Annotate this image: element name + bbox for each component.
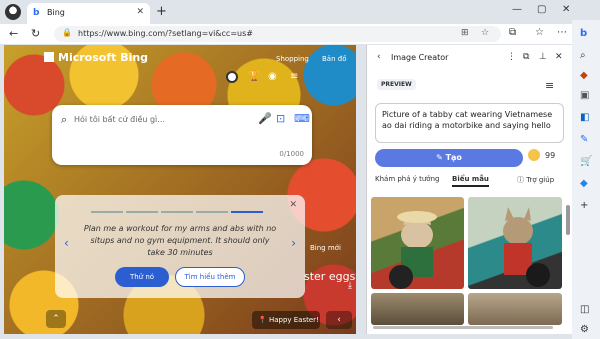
more-options-icon[interactable]: ⋮ — [507, 52, 516, 62]
image-nav-button[interactable]: ‹ — [326, 311, 352, 329]
horizontal-scrollbar[interactable] — [373, 326, 553, 329]
tracking-icon[interactable]: ⊞ — [461, 28, 469, 38]
search-icon: ⌕ — [61, 113, 68, 126]
search-box[interactable]: ⌕ Hỏi tôi bất cứ điều gì... 🎤 ⊡ ⌨ 0/1000 — [52, 105, 312, 165]
open-new-icon[interactable]: ⧉ — [523, 52, 529, 62]
download-icon[interactable]: ⤓ — [348, 281, 352, 291]
rewards-icon[interactable]: 🏆 — [248, 71, 260, 82]
bing-logo[interactable]: Microsoft Bing — [44, 51, 148, 64]
bing-favicon-icon: b — [33, 8, 40, 18]
close-tab-icon[interactable]: ✕ — [136, 7, 144, 17]
gallery-image-cat-4[interactable] — [468, 293, 562, 325]
mobile-icon[interactable]: ◉ — [268, 71, 277, 82]
shopping-icon[interactable]: 🛒 — [580, 156, 592, 167]
navigation-bar: ← ↻ 🔒 https://www.bing.com/?setlang=vi&c… — [0, 24, 572, 44]
profile-avatar[interactable] — [5, 4, 21, 20]
menu-icon[interactable]: ≡ — [290, 71, 298, 82]
carousel-dot[interactable] — [161, 211, 193, 213]
pane-title: Image Creator — [391, 53, 449, 62]
visual-search-icon[interactable]: ⊡ — [276, 112, 285, 125]
refresh-icon[interactable]: ↻ — [31, 27, 40, 40]
more-icon[interactable]: ⋯ — [557, 27, 567, 38]
favorite-star-icon[interactable]: ☆ — [481, 28, 489, 38]
maps-link[interactable]: Bản đồ — [322, 55, 346, 63]
close-pane-icon[interactable]: ✕ — [555, 52, 563, 62]
carousel-indicators — [91, 206, 266, 216]
tab-title: Bing — [47, 8, 65, 17]
gallery-image-cat-3[interactable] — [371, 293, 464, 325]
edge-sidebar: b ⌕ ◆ ▣ ◧ ✎ 🛒 ◆ + ◫ ⚙ — [572, 20, 600, 339]
boost-coin-icon — [528, 149, 540, 161]
close-icon[interactable]: ✕ — [289, 200, 297, 210]
title-bar: b Bing ✕ + — ▢ ✕ — [0, 0, 600, 24]
chevron-up-icon[interactable]: ⌃ — [46, 310, 66, 328]
carousel-dot[interactable] — [126, 211, 158, 213]
hamburger-menu-icon[interactable]: ≡ — [545, 79, 554, 92]
prompt-suggestion-card: ✕ ‹ › Plan me a workout for my arms and … — [55, 195, 305, 298]
compose-icon[interactable]: ✎ — [580, 134, 588, 145]
search-icon[interactable]: ⌕ — [580, 50, 586, 61]
tab-explore-ideas[interactable]: Khám phá ý tưởng — [375, 175, 439, 183]
drop-icon[interactable]: ◆ — [580, 178, 588, 189]
vertical-scrollbar[interactable] — [566, 205, 570, 235]
settings-icon[interactable]: ⚙ — [580, 324, 589, 335]
chevron-left-icon[interactable]: ‹ — [64, 236, 69, 250]
bing-icon[interactable]: b — [580, 28, 587, 39]
create-button[interactable]: ✎ Tạo — [375, 149, 523, 167]
chevron-right-icon[interactable]: › — [291, 236, 296, 250]
prompt-text: Plan me a workout for my arms and abs wi… — [83, 224, 277, 257]
tab-templates[interactable]: Biểu mẫu — [452, 175, 489, 187]
carousel-dot[interactable] — [91, 211, 123, 213]
tag-icon[interactable]: ◆ — [580, 70, 588, 81]
add-icon[interactable]: + — [580, 200, 588, 211]
help-icon: ⓘ — [517, 176, 527, 184]
pin-icon[interactable]: ⊥ — [539, 52, 547, 62]
close-window-icon[interactable]: ✕ — [562, 4, 570, 15]
gallery-image-cat-2[interactable] — [468, 197, 562, 289]
tab-help[interactable]: ⓘ Trợ giúp — [517, 175, 554, 185]
image-info-pill[interactable]: 📍 Happy Easter! — [252, 311, 320, 329]
prompt-textarea[interactable]: Picture of a tabby cat wearing Vietnames… — [375, 103, 564, 143]
try-it-button[interactable]: Thử nó — [115, 267, 169, 287]
gallery-image-cat-1[interactable] — [371, 197, 464, 289]
minimize-icon[interactable]: — — [512, 4, 522, 15]
boost-counter: 99 — [528, 149, 555, 161]
briefcase-icon[interactable]: ▣ — [580, 90, 589, 101]
back-arrow-icon[interactable]: ‹ — [377, 52, 381, 62]
shopping-link[interactable]: Shopping — [276, 55, 309, 63]
carousel-dot[interactable] — [196, 211, 228, 213]
collections-icon[interactable]: ⧉ — [509, 27, 516, 38]
bing-homepage: Microsoft Bing Shopping Bản đồ 🏆 ◉ ≡ ⌕ H… — [4, 45, 356, 334]
back-icon[interactable]: ← — [9, 27, 18, 40]
create-icon: ✎ — [436, 153, 446, 162]
image-creator-pane: ‹ Image Creator ⋮ ⧉ ⊥ ✕ PREVIEW ≡ Pictur… — [366, 45, 572, 334]
carousel-dot-active[interactable] — [231, 211, 263, 213]
preview-badge: PREVIEW — [377, 79, 416, 90]
microphone-icon[interactable]: 🎤 — [258, 112, 272, 125]
keyboard-icon[interactable]: ⌨ — [294, 112, 310, 125]
new-tab-button[interactable]: + — [156, 4, 167, 19]
url-text[interactable]: https://www.bing.com/?setlang=vi&cc=us# — [78, 29, 253, 38]
promo-small-text[interactable]: Bing mới — [310, 244, 341, 252]
layout-icon[interactable]: ◫ — [580, 304, 589, 315]
outlook-icon[interactable]: ◧ — [580, 112, 589, 123]
maximize-icon[interactable]: ▢ — [537, 4, 546, 15]
lock-icon[interactable]: 🔒 — [62, 28, 72, 37]
learn-more-button[interactable]: Tìm hiểu thêm — [175, 267, 245, 287]
browser-tab[interactable]: b Bing ✕ — [27, 3, 150, 24]
search-input[interactable]: Hỏi tôi bất cứ điều gì... — [74, 115, 165, 124]
address-bar[interactable]: 🔒 https://www.bing.com/?setlang=vi&cc=us… — [54, 26, 501, 42]
user-avatar[interactable] — [226, 71, 238, 83]
favorites-icon[interactable]: ☆ — [535, 27, 544, 38]
character-counter: 0/1000 — [279, 150, 304, 158]
